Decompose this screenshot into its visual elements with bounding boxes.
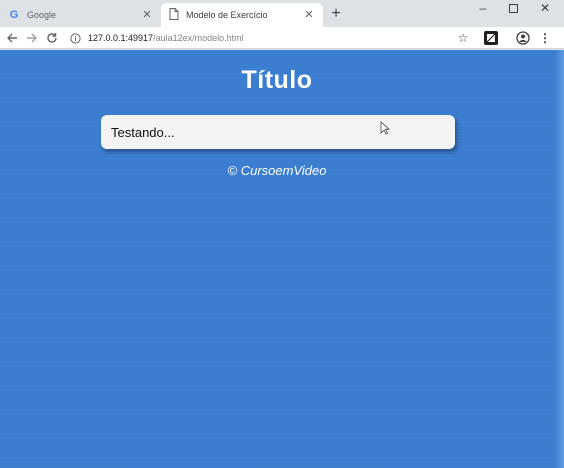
profile-avatar-icon[interactable] — [516, 31, 530, 45]
mouse-pointer-icon — [380, 121, 391, 135]
text-box-content: Testando... — [111, 124, 175, 140]
address-bar[interactable]: 127.0.0.1:49917/aula12ex/modelo.html — [68, 29, 480, 47]
maximize-icon[interactable] — [498, 0, 528, 16]
document-icon — [169, 8, 179, 22]
url-host: 127.0.0.1:49917 — [88, 33, 154, 43]
scrollbar[interactable] — [554, 50, 564, 468]
tab-strip: G Google ✕ Modelo de Exercício ✕ + – ✕ — [0, 0, 564, 27]
tab-close-icon[interactable]: ✕ — [141, 9, 153, 21]
bookmark-star-icon[interactable]: ☆ — [455, 30, 471, 46]
close-window-icon[interactable]: ✕ — [530, 0, 560, 16]
text-box[interactable]: Testando... — [101, 115, 455, 149]
tab-title: Modelo de Exercício — [186, 10, 268, 20]
tab-google[interactable]: G Google ✕ — [0, 3, 161, 27]
footer-copyright: © CursoemVideo — [227, 163, 327, 178]
minimize-icon[interactable]: – — [468, 0, 498, 16]
kebab-menu-icon[interactable]: ⋮ — [539, 30, 551, 46]
back-arrow-icon[interactable] — [4, 30, 20, 46]
new-tab-button[interactable]: + — [327, 5, 345, 23]
tab-modelo-de-exercicio[interactable]: Modelo de Exercício ✕ — [161, 3, 323, 27]
tab-close-icon[interactable]: ✕ — [303, 9, 315, 21]
page-viewport: Título Testando... © CursoemVideo — [0, 50, 564, 468]
site-info-icon[interactable] — [68, 32, 82, 44]
browser-toolbar: 127.0.0.1:49917/aula12ex/modelo.html ☆ ⋮ — [0, 27, 564, 49]
url-path: /aula12ex/modelo.html — [153, 33, 244, 43]
forward-arrow-icon[interactable] — [24, 30, 40, 46]
page-title: Título — [241, 66, 313, 94]
reload-icon[interactable] — [44, 30, 60, 46]
tab-title: Google — [27, 10, 57, 20]
extension-icon[interactable] — [484, 31, 498, 45]
google-g-icon: G — [9, 9, 19, 21]
